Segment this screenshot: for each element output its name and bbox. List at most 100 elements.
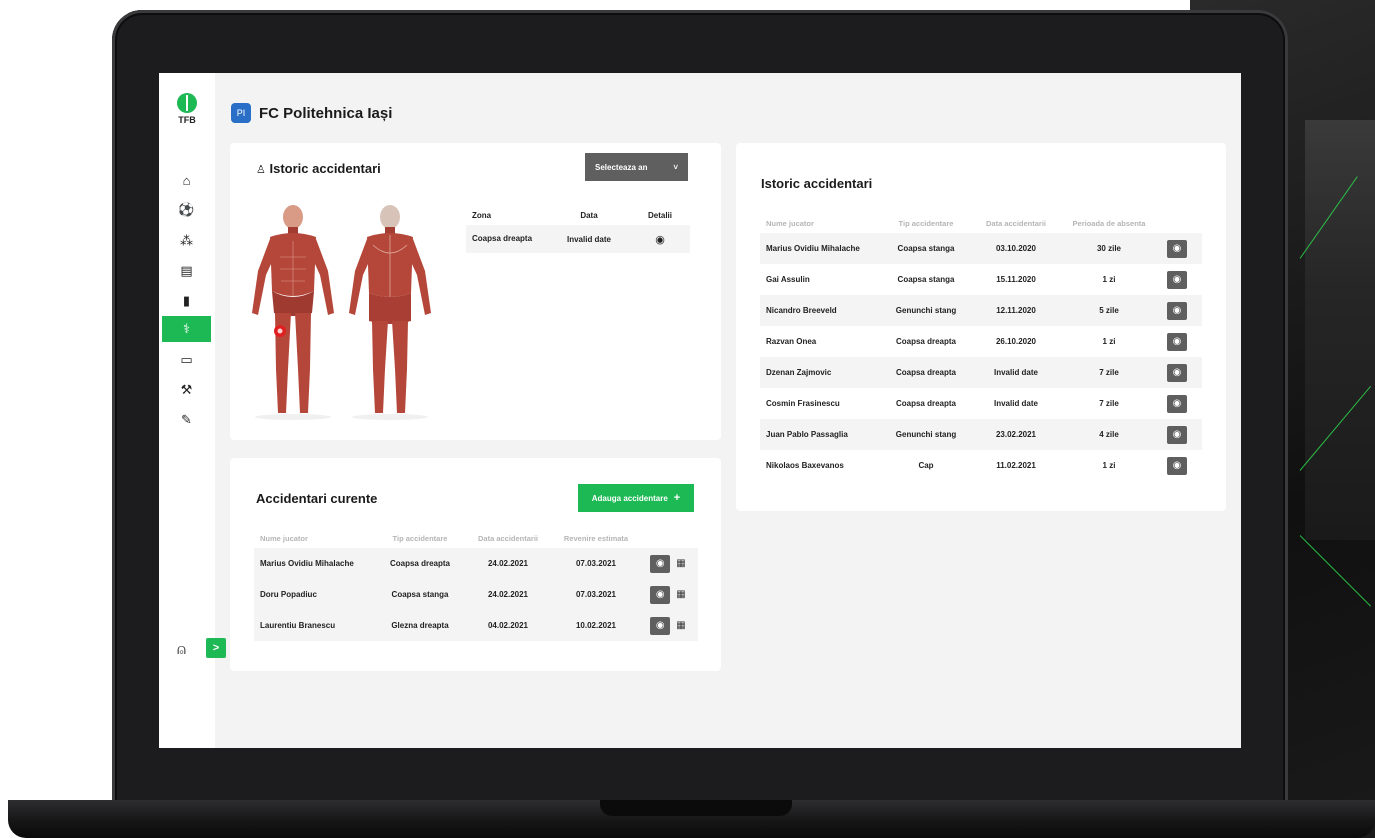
year-select[interactable]: Selecteaza an ˅ (585, 153, 688, 181)
injury-date: 12.11.2020 (996, 306, 1036, 315)
row-actions: ◉ ▦ (638, 585, 698, 604)
table-row: Nicandro Breeveld Genunchi stang 12.11.202… (760, 295, 1202, 326)
player-name: Juan Pablo Passaglia (766, 430, 848, 439)
injury-type: Cap (918, 461, 934, 470)
column-header: Tip accidentare (898, 218, 954, 228)
column-header: Data (580, 210, 598, 220)
column-header: Data accidentarii (985, 218, 1047, 228)
app-logo[interactable]: TFB (173, 93, 201, 125)
eye-icon: ◉ (655, 620, 665, 631)
view-button[interactable]: ◉ (1167, 394, 1187, 413)
view-button[interactable]: ◉ (1167, 363, 1187, 382)
sidebar: TFB ⌂ ⚽ ⁂ ▤ ▮ ⚕ ▭ ⚒ ✎ ⍝ > (159, 73, 226, 748)
zone-row: Coapsa dreapta Invalid date ◉ (466, 225, 690, 253)
injury-date: Invalid date (993, 368, 1038, 377)
tool-icon[interactable]: ⚒ (162, 377, 211, 403)
view-button[interactable]: ◉ (1167, 301, 1187, 320)
view-button[interactable]: ◉ (1167, 270, 1187, 289)
current-injuries-panel: Accidentari curente Adauga accidentare +… (230, 458, 721, 671)
add-injury-button[interactable]: Adauga accidentare + (578, 484, 694, 512)
table-row: Razvan Onea Coapsa dreapta 26.10.2020 1 zi ◉ (760, 326, 1202, 357)
current-injuries-table: Nume jucator Tip accidentare Data accide… (254, 528, 698, 641)
view-button[interactable]: ◉ (1167, 239, 1187, 258)
injury-type: Genunchi stang (895, 430, 957, 439)
injury-type: Glezna dreapta (391, 621, 449, 630)
body-front-figure[interactable] (250, 201, 336, 421)
row-actions: ◉ (1152, 363, 1202, 382)
ball-icon[interactable]: ⚽ (162, 197, 211, 223)
calendar-icon[interactable]: ▦ (676, 589, 685, 600)
panel-title: ♙ Istoric accidentari (256, 161, 381, 176)
edit-icon[interactable]: ✎ (162, 407, 211, 433)
player-name: Marius Ovidiu Mihalache (260, 559, 354, 568)
tactics-icon[interactable]: ⁂ (162, 228, 211, 254)
injury-type: Coapsa stanga (897, 244, 955, 253)
calendar-icon[interactable]: ▦ (676, 558, 685, 569)
view-button[interactable]: ◉ (1167, 456, 1187, 475)
column-header: Nume jucator (260, 533, 308, 543)
return-date: 07.03.2021 (575, 559, 617, 568)
logo-text: TFB (178, 115, 196, 125)
page-header: PI FC Politehnica Iași (231, 103, 392, 123)
column-header: Zona (472, 210, 492, 220)
zone-cell: Coapsa dreapta (472, 234, 533, 243)
eye-icon: ◉ (1172, 367, 1182, 378)
absence-period: 30 zile (1096, 244, 1121, 253)
table-row: Doru Popadiuc Coapsa stanga 24.02.2021 07.0… (254, 579, 698, 610)
document-icon[interactable]: ▤ (162, 258, 211, 284)
injury-type: Coapsa stanga (391, 590, 449, 599)
player-name: Gai Assulin (766, 275, 810, 284)
injury-date: 11.02.2021 (996, 461, 1036, 470)
calendar-icon[interactable]: ▦ (676, 620, 685, 631)
background-accent-panel (1305, 120, 1375, 540)
medical-icon[interactable]: ⚕ (162, 316, 211, 342)
injury-date: 04.02.2021 (487, 621, 529, 630)
panel-title: Accidentari curente (256, 491, 378, 506)
injury-date: 03.10.2020 (995, 244, 1037, 253)
body-back-figure[interactable] (347, 201, 433, 421)
table-row: Gai Assulin Coapsa stanga 15.11.2020 1 zi ◉ (760, 264, 1202, 295)
injury-type: Genunchi stang (895, 306, 957, 315)
year-select-label: Selecteaza an (595, 162, 648, 172)
injury-date: 23.02.2021 (995, 430, 1037, 439)
player-name: Nicandro Breeveld (766, 306, 837, 315)
home-icon[interactable]: ⌂ (162, 167, 211, 193)
eye-icon: ◉ (1172, 243, 1182, 254)
zone-table: Zona Data Detalii Coapsa dreapta Invalid… (466, 205, 690, 253)
eye-icon: ◉ (655, 558, 665, 569)
user-icon[interactable]: ⍝ (177, 641, 186, 658)
injury-date: 24.02.2021 (487, 590, 529, 599)
player-name: Nikolaos Baxevanos (766, 461, 844, 470)
view-button[interactable]: ◉ (1167, 425, 1187, 444)
player-name: Dzenan Zajmovic (766, 368, 832, 377)
view-button[interactable]: ◉ (650, 585, 671, 604)
eye-icon: ◉ (1172, 305, 1182, 316)
eye-icon[interactable]: ◉ (630, 233, 690, 246)
injury-type: Coapsa dreapta (895, 337, 957, 346)
row-actions: ◉ ▦ (638, 616, 698, 635)
date-cell: Invalid date (566, 234, 611, 244)
club-name: FC Politehnica Iași (259, 104, 393, 122)
view-button[interactable]: ◉ (650, 616, 671, 635)
zone-table-header: Zona Data Detalii (466, 205, 690, 225)
panel-title-text: Istoric accidentari (269, 161, 381, 176)
return-date: 10.02.2021 (575, 621, 617, 630)
injury-history-table-panel: Istoric accidentari Nume jucator Tip acc… (736, 143, 1226, 511)
injury-date: 15.11.2020 (996, 275, 1036, 284)
absence-period: 4 zile (1099, 430, 1119, 439)
player-name: Laurentiu Branescu (260, 621, 336, 630)
table-row: Juan Pablo Passaglia Genunchi stang 23.02.… (760, 419, 1202, 450)
view-button[interactable]: ◉ (1167, 332, 1187, 351)
table-row: Marius Ovidiu Mihalache Coapsa stanga 03.1… (760, 233, 1202, 264)
row-actions: ◉ (1152, 394, 1202, 413)
player-name: Cosmin Frasinescu (766, 399, 840, 408)
stats-icon[interactable]: ▮ (162, 288, 211, 314)
view-button[interactable]: ◉ (650, 554, 671, 573)
folder-icon[interactable]: ▭ (162, 347, 211, 373)
row-actions: ◉ (1152, 425, 1202, 444)
history-table: Nume jucator Tip accidentare Data accide… (760, 213, 1202, 481)
row-actions: ◉ (1152, 456, 1202, 475)
eye-icon: ◉ (1172, 336, 1182, 347)
app-screen: TFB ⌂ ⚽ ⁂ ▤ ▮ ⚕ ▭ ⚒ ✎ ⍝ > PI FC Politehnica Iași… (159, 73, 1241, 748)
expand-sidebar-button[interactable]: > (206, 638, 226, 658)
